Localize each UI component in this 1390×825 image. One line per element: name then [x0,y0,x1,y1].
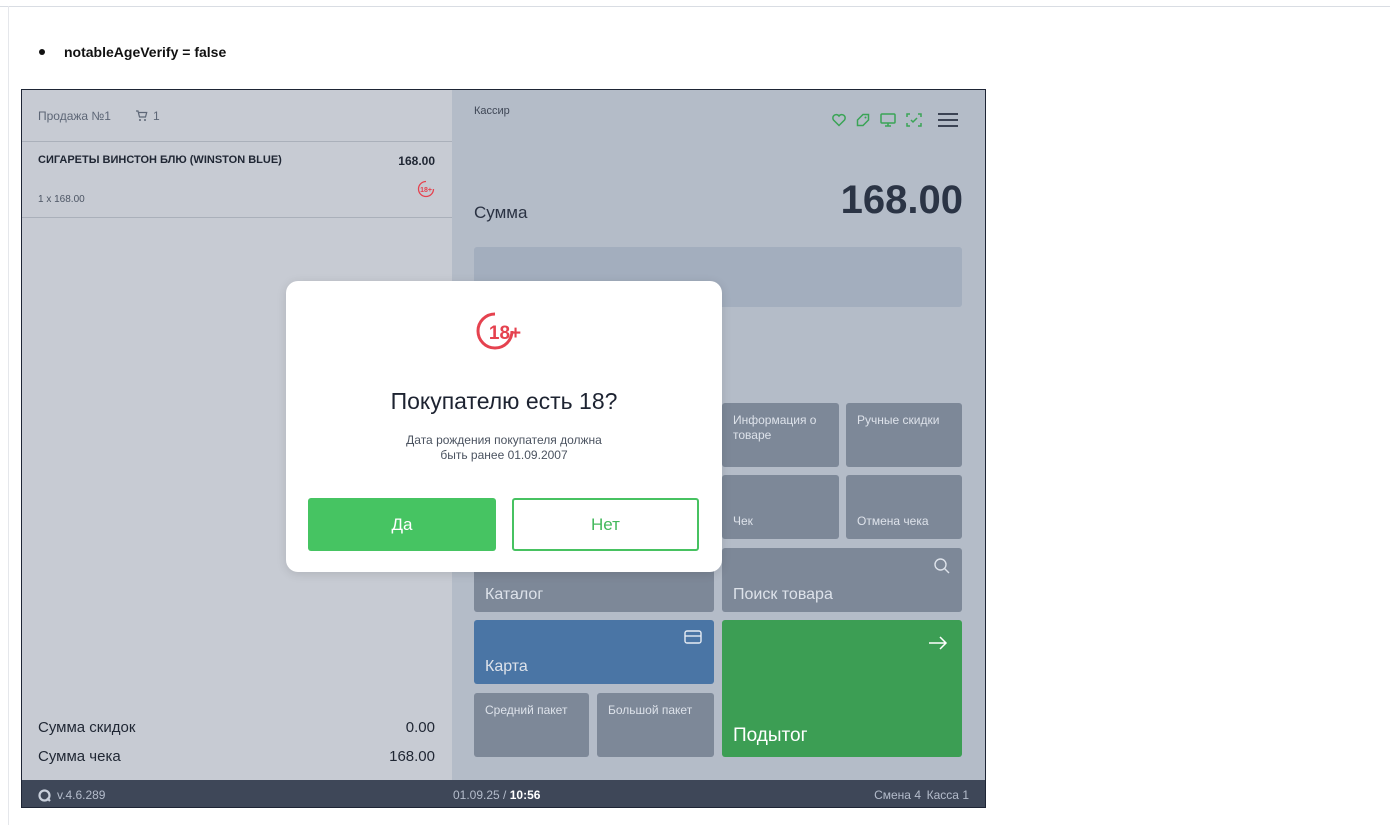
date-label: 01.09.25 / [453,788,510,802]
toolbar-icons [831,112,959,128]
date-time: 01.09.25 / 10:56 [453,788,540,802]
subtotal-button[interactable]: Подытог [722,620,962,757]
age-verification-dialog: 18+ Покупателю есть 18? Дата рождения по… [286,281,722,572]
receipt-line[interactable]: СИГАРЕТЫ ВИНСТОН БЛЮ (WINSTON BLUE) 168.… [22,142,452,218]
receipt-button[interactable]: Чек [722,475,839,539]
sum-value: 168.00 [840,178,963,222]
card-payment-label: Карта [485,658,528,675]
receipt-total-value: 168.00 [389,748,435,765]
status-bar: v.4.6.289 01.09.25 / 10:56 Смена 4 Касса… [22,780,985,807]
manual-discounts-label: Ручные скидки [857,413,940,427]
discount-total-row: Сумма скидок 0.00 [38,719,435,736]
time-label: 10:56 [509,788,541,802]
manual-discounts-button[interactable]: Ручные скидки [846,403,962,467]
dialog-description: Дата рождения покупателя должна быть ран… [286,433,722,463]
cancel-receipt-label: Отмена чека [857,514,929,528]
cashier-role: Кассир [474,105,510,117]
scan-icon[interactable] [905,112,923,128]
cart-count: 1 [152,108,160,123]
discount-label: Сумма скидок [38,719,136,736]
confirm-yes-button[interactable]: Да [308,498,496,551]
product-info-label: Информация о товаре [733,413,817,442]
discount-value: 0.00 [405,719,435,736]
catalog-label: Каталог [485,586,544,603]
sale-header: Продажа №1 1 [22,90,452,142]
bullet-text: notableAgeVerify = false [64,44,227,60]
dialog-description-line2: быть ранее 01.09.2007 [440,448,568,462]
version-label: v.4.6.289 [57,788,106,802]
cart-counter: 1 [135,109,160,123]
till-label: Касса 1 [926,788,969,802]
doc-bullet: notableAgeVerify = false [39,44,226,60]
age-18-badge-icon: 18+ [476,312,521,350]
dialog-title: Покупателю есть 18? [390,388,618,414]
sale-title: Продажа №1 [38,108,111,123]
tag-icon[interactable] [855,112,871,128]
item-quantity: 1 x 168.00 [38,194,85,205]
card-payment-button[interactable]: Карта [474,620,714,684]
bullet-dot [39,49,45,55]
confirm-no-button[interactable]: Нет [512,498,699,551]
sum-label: Сумма [474,203,528,222]
subtotal-label: Подытог [733,725,808,746]
card-icon [684,630,702,644]
age-18-badge-label: 18+ [489,323,521,344]
large-bag-label: Большой пакет [608,703,693,717]
cart-icon [135,109,148,121]
product-search-label: Поиск товара [733,586,833,603]
version-info: v.4.6.289 [38,788,105,802]
pos-screenshot: Продажа №1 1 СИГАРЕТЫ ВИНСТОН БЛЮ (WINST… [21,89,986,808]
arrow-right-icon [929,636,948,650]
product-info-button[interactable]: Информация о товаре [722,403,839,467]
page-top-border [0,6,1390,7]
dialog-description-line1: Дата рождения покупателя должна [406,433,602,447]
medium-bag-label: Средний пакет [485,703,568,717]
search-icon [934,558,950,574]
receipt-label: Чек [733,514,753,528]
item-price: 168.00 [398,154,435,168]
receipt-total-row: Сумма чека 168.00 [38,748,435,765]
menu-icon[interactable] [937,112,959,128]
monitor-icon[interactable] [879,112,897,128]
large-bag-button[interactable]: Большой пакет [597,693,714,757]
age-restriction-label: 18+ [420,187,432,194]
age-restriction-icon: 18+ [417,180,435,198]
cancel-receipt-button[interactable]: Отмена чека [846,475,962,539]
heart-icon[interactable] [831,112,847,128]
item-name: СИГАРЕТЫ ВИНСТОН БЛЮ (WINSTON BLUE) [38,154,282,166]
app-logo-icon [38,788,51,802]
medium-bag-button[interactable]: Средний пакет [474,693,589,757]
product-search-button[interactable]: Поиск товара [722,548,962,612]
receipt-total-label: Сумма чека [38,748,121,765]
page-left-border [8,6,9,825]
shift-label: Смена 4 [874,788,921,802]
